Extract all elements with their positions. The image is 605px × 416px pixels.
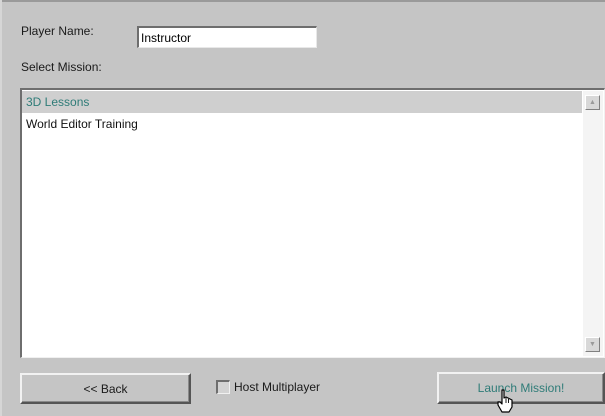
mission-list-scrollbar[interactable]: ▲ ▼: [583, 91, 603, 356]
window-top-edge: [0, 0, 605, 2]
mission-item-world-editor-training[interactable]: World Editor Training: [22, 113, 582, 135]
host-multiplayer-checkbox[interactable]: [216, 380, 230, 394]
mission-list-items: 3D Lessons World Editor Training: [22, 91, 582, 135]
select-mission-label: Select Mission:: [21, 60, 102, 74]
mission-item-3d-lessons[interactable]: 3D Lessons: [22, 91, 582, 113]
player-name-input[interactable]: [137, 26, 317, 48]
scroll-up-arrow-icon[interactable]: ▲: [585, 95, 600, 110]
player-name-label: Player Name:: [21, 24, 94, 38]
launch-mission-button[interactable]: Launch Mission!: [437, 372, 605, 404]
back-button[interactable]: << Back: [20, 373, 191, 404]
mission-launch-dialog: Player Name: Select Mission: 3D Lessons …: [0, 0, 605, 416]
window-left-edge: [0, 0, 2, 416]
scroll-down-arrow-icon[interactable]: ▼: [585, 337, 600, 352]
mission-list[interactable]: 3D Lessons World Editor Training ▲ ▼: [20, 88, 605, 358]
host-multiplayer-label: Host Multiplayer: [234, 380, 321, 394]
